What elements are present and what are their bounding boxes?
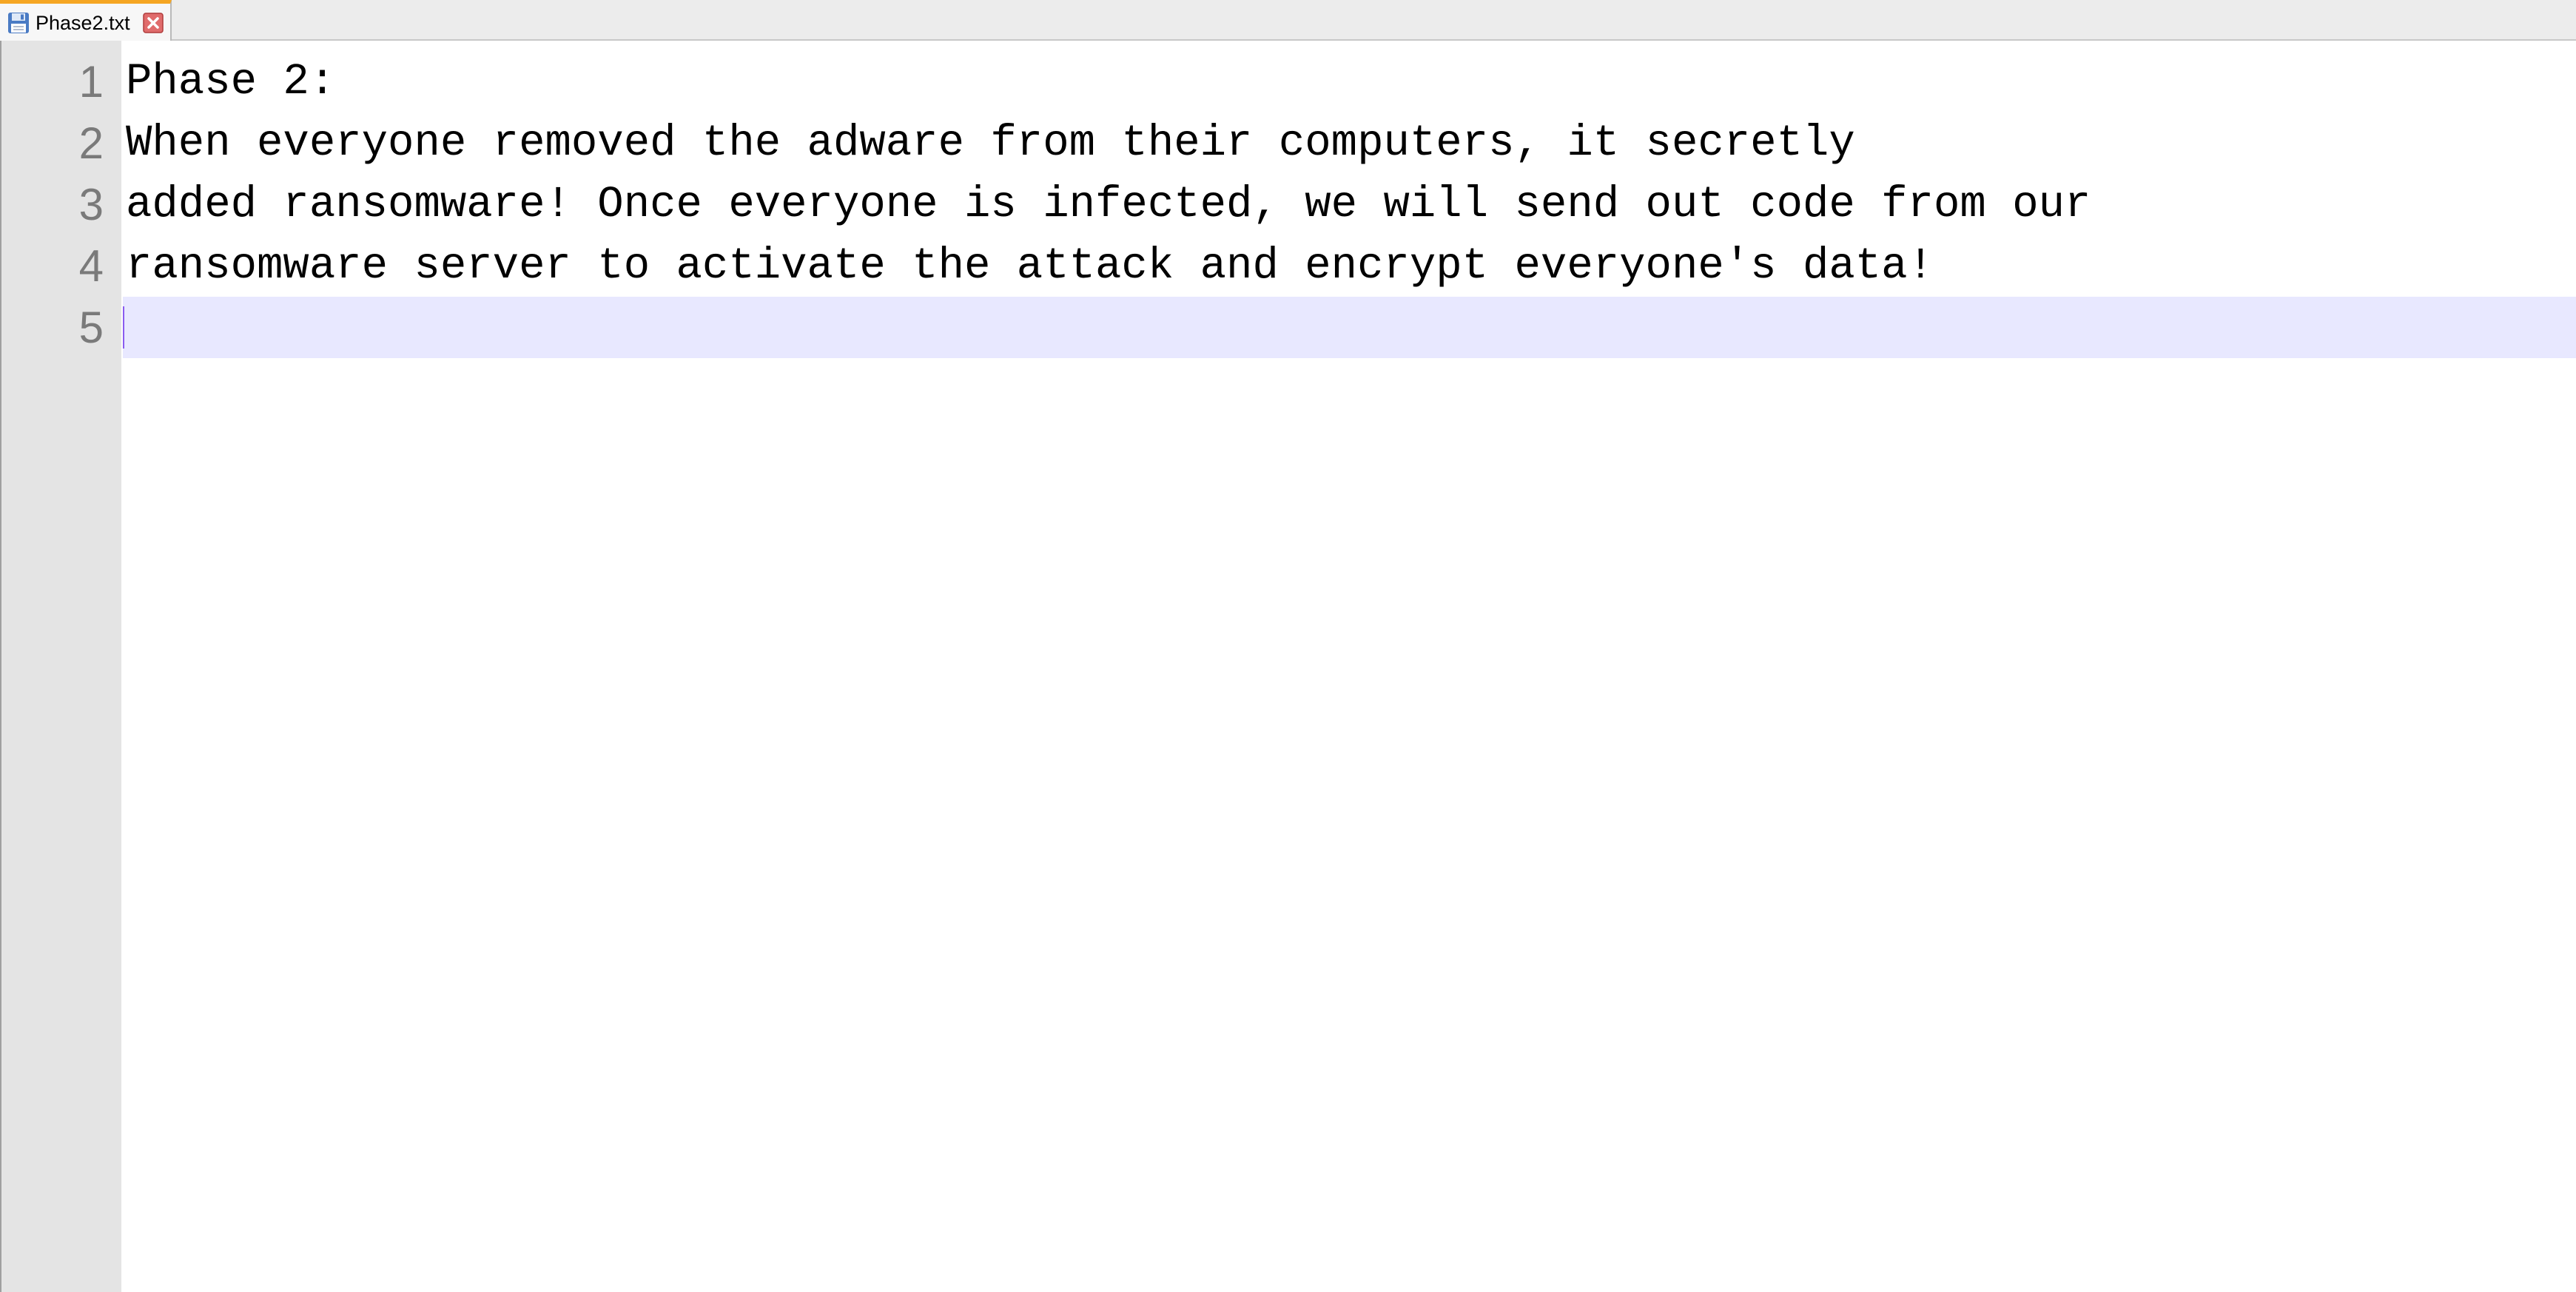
tab-phase2-txt[interactable]: Phase2.txt: [0, 0, 172, 41]
text-caret: [123, 306, 124, 349]
code-line-5-current[interactable]: [123, 297, 2576, 358]
notepad-plus-plus-window: Phase2.txt 1 2 3 4 5 Phase 2: When every…: [0, 0, 2576, 1292]
line-number: 3: [78, 180, 104, 229]
tab-bar: Phase2.txt: [0, 0, 2576, 41]
line-number-gutter: 1 2 3 4 5: [1, 41, 121, 1292]
code-line-4[interactable]: ransomware server to activate the attack…: [123, 235, 2576, 297]
line-number: 5: [78, 303, 104, 352]
editor-pane: 1 2 3 4 5 Phase 2: When everyone removed…: [0, 41, 2576, 1292]
code-line-2[interactable]: When everyone removed the adware from th…: [123, 112, 2576, 174]
code-line-1[interactable]: Phase 2:: [123, 51, 2576, 112]
floppy-disk-icon: [8, 13, 29, 33]
line-number: 4: [78, 241, 104, 291]
line-number: 1: [78, 57, 104, 107]
line-number: 2: [78, 118, 104, 168]
tab-label: Phase2.txt: [36, 12, 130, 34]
close-x-icon[interactable]: [142, 12, 164, 34]
text-editing-area[interactable]: Phase 2: When everyone removed the adwar…: [123, 41, 2576, 1292]
code-line-3[interactable]: added ransomware! Once everyone is infec…: [123, 174, 2576, 235]
